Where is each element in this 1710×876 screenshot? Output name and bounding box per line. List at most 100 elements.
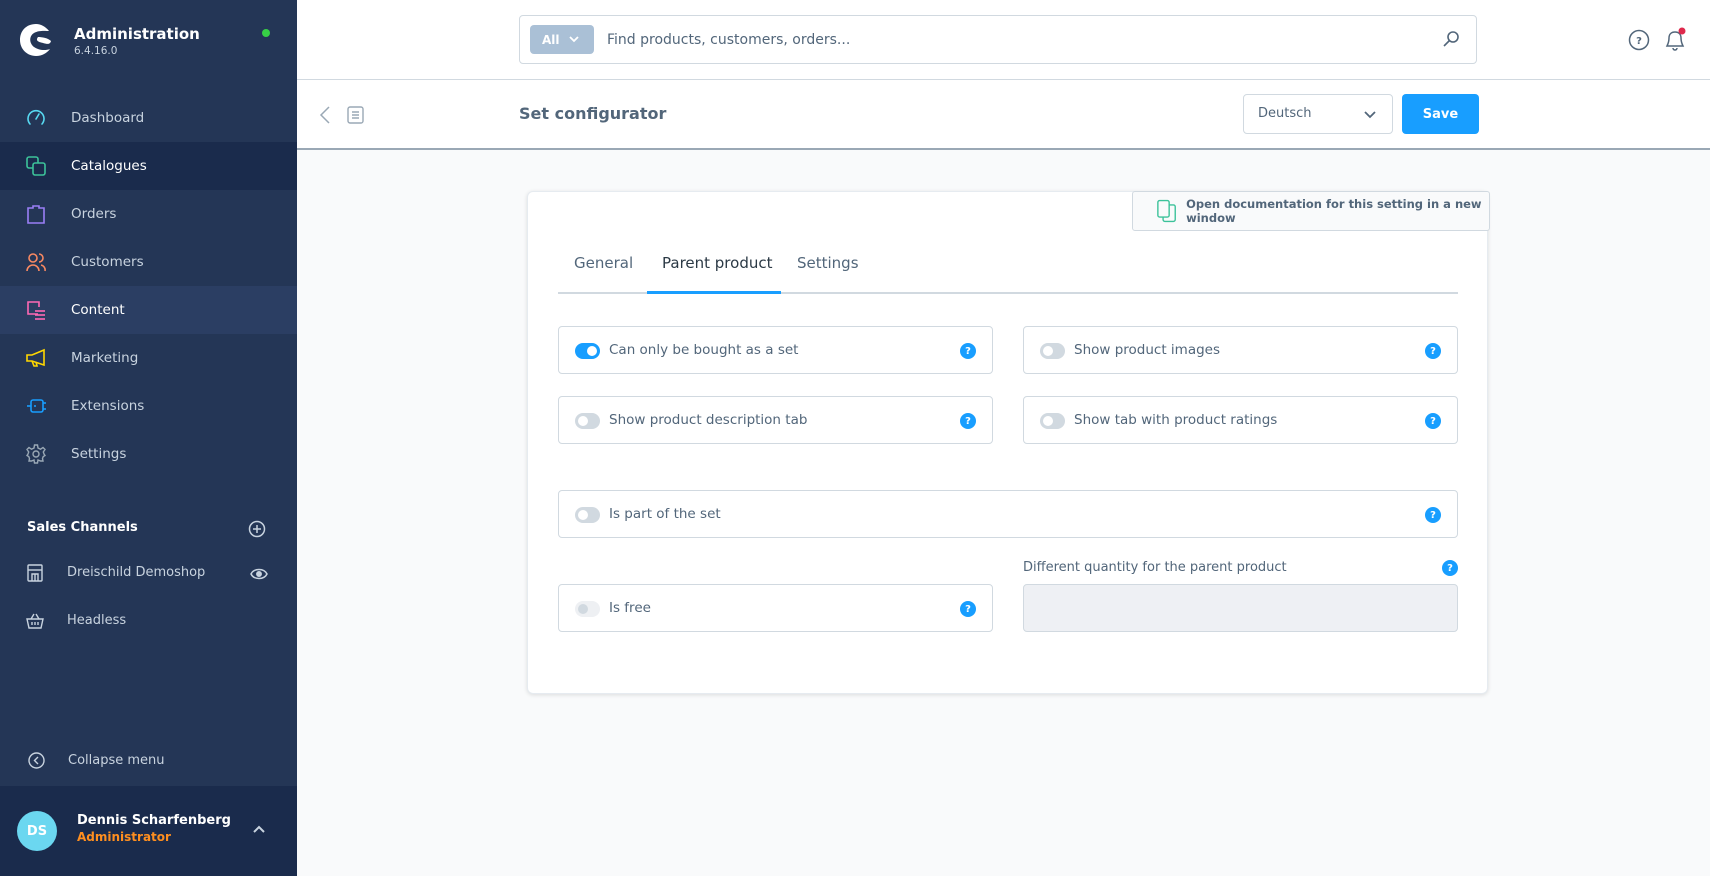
field-label: Show product images: [1074, 342, 1221, 358]
sidebar-item-content[interactable]: Content: [0, 286, 297, 334]
language-select[interactable]: Deutsch: [1243, 94, 1393, 134]
sales-channel-dreischild-demoshop[interactable]: Dreischild Demoshop: [0, 554, 297, 594]
storefront-icon: [27, 564, 43, 582]
show-images-toggle[interactable]: [1040, 343, 1065, 359]
dashboard-icon: [27, 109, 45, 125]
sales-channel-label: Headless: [67, 613, 127, 628]
sidebar-item-label: Marketing: [71, 350, 139, 366]
tab-general[interactable]: General: [574, 244, 633, 294]
field-label: Is part of the set: [609, 506, 721, 522]
catalogues-icon: [26, 156, 46, 176]
eye-icon[interactable]: [250, 567, 268, 581]
orders-icon: [27, 205, 45, 224]
sidebar-item-catalogues[interactable]: Catalogues: [0, 142, 297, 190]
show-ratings-toggle[interactable]: [1040, 413, 1065, 429]
brand: Administration 6.4.16.0: [0, 0, 297, 88]
show-description-toggle[interactable]: [575, 413, 600, 429]
content-icon: [27, 301, 45, 320]
sidebar-item-extensions[interactable]: Extensions: [0, 382, 297, 430]
customers-icon: [26, 253, 46, 272]
user-role: Administrator: [77, 830, 171, 844]
avatar: DS: [17, 811, 57, 851]
settings-icon: [26, 444, 46, 464]
help-icon[interactable]: ?: [1442, 560, 1458, 576]
field-label: Is free: [609, 600, 651, 616]
smart-bar: Set configurator Deutsch Save: [297, 80, 1710, 150]
field-bought-as-set: Can only be bought as a set ?: [558, 326, 993, 374]
add-sales-channel-icon[interactable]: [248, 520, 266, 538]
quantity-input[interactable]: [1023, 584, 1458, 632]
help-icon[interactable]: ?: [960, 601, 976, 617]
app-title: Administration: [74, 25, 200, 43]
field-show-description: Show product description tab ?: [558, 396, 993, 444]
user-profile[interactable]: DS Dennis Scharfenberg Administrator: [0, 786, 297, 876]
sidebar-item-label: Dashboard: [71, 110, 145, 126]
notification-bell-icon[interactable]: [1663, 27, 1687, 53]
chevron-left-circle-icon: [28, 752, 45, 769]
help-icon[interactable]: ?: [1425, 343, 1441, 359]
collapse-menu-label: Collapse menu: [68, 753, 165, 768]
field-show-images: Show product images ?: [1023, 326, 1458, 374]
top-bar: All ?: [297, 0, 1710, 80]
sales-channels-heading: Sales Channels: [27, 520, 138, 535]
open-documentation-link[interactable]: Open documentation for this setting in a…: [1132, 191, 1490, 231]
field-show-ratings: Show tab with product ratings ?: [1023, 396, 1458, 444]
search-type-label: All: [542, 32, 560, 47]
active-tab-indicator: [647, 291, 781, 294]
search-input[interactable]: [607, 25, 1427, 54]
tab-bar: General Parent product Settings: [558, 244, 1458, 294]
chevron-down-icon: [1364, 111, 1376, 119]
documentation-icon: [1157, 199, 1176, 223]
main-nav: Dashboard Catalogues Orders Customers Co…: [0, 94, 297, 478]
search-type-dropdown[interactable]: All: [530, 25, 594, 54]
basket-icon: [26, 613, 44, 629]
sidebar-item-settings[interactable]: Settings: [0, 430, 297, 478]
documentation-link-label: Open documentation for this setting in a…: [1186, 197, 1482, 225]
global-search: All: [519, 15, 1477, 64]
field-part-of-set: Is part of the set ?: [558, 490, 1458, 538]
help-icon[interactable]: ?: [1425, 413, 1441, 429]
help-icon[interactable]: ?: [960, 413, 976, 429]
field-label: Show product description tab: [609, 412, 808, 428]
tab-settings[interactable]: Settings: [797, 244, 859, 294]
app-version: 6.4.16.0: [74, 45, 118, 57]
sales-channel-label: Dreischild Demoshop: [67, 565, 206, 580]
sidebar-item-label: Customers: [71, 254, 144, 270]
field-is-free: Is free ?: [558, 584, 993, 632]
sidebar-item-label: Extensions: [71, 398, 145, 414]
document-icon[interactable]: [347, 106, 364, 124]
set-configurator-card: Open documentation for this setting in a…: [527, 191, 1490, 694]
search-icon[interactable]: [1442, 30, 1460, 48]
sidebar-item-label: Content: [71, 302, 125, 318]
sidebar-item-label: Orders: [71, 206, 117, 222]
sidebar-item-marketing[interactable]: Marketing: [0, 334, 297, 382]
marketing-icon: [26, 348, 45, 367]
field-label: Can only be bought as a set: [609, 342, 799, 358]
help-icon[interactable]: ?: [1628, 29, 1650, 51]
shopware-logo-icon: [20, 24, 51, 56]
help-icon[interactable]: ?: [960, 343, 976, 359]
sidebar-item-customers[interactable]: Customers: [0, 238, 297, 286]
back-chevron-icon[interactable]: [319, 105, 331, 125]
bought-as-set-toggle[interactable]: [575, 343, 600, 359]
sales-channel-headless[interactable]: Headless: [0, 602, 297, 642]
collapse-menu-button[interactable]: Collapse menu: [0, 742, 297, 780]
page-title: Set configurator: [519, 104, 667, 123]
chevron-down-icon: [568, 36, 579, 43]
sidebar: Administration 6.4.16.0 Dashboard Catalo…: [0, 0, 297, 876]
help-icon[interactable]: ?: [1425, 507, 1441, 523]
part-of-set-toggle[interactable]: [575, 507, 600, 523]
status-indicator: [262, 29, 270, 37]
field-label: Show tab with product ratings: [1074, 412, 1278, 428]
sidebar-item-orders[interactable]: Orders: [0, 190, 297, 238]
user-name: Dennis Scharfenberg: [77, 813, 231, 828]
save-button[interactable]: Save: [1402, 94, 1479, 134]
tab-parent-product[interactable]: Parent product: [662, 244, 772, 294]
is-free-toggle[interactable]: [575, 601, 600, 617]
sidebar-item-label: Catalogues: [71, 158, 147, 174]
svg-text:?: ?: [1636, 36, 1642, 47]
sidebar-item-dashboard[interactable]: Dashboard: [0, 94, 297, 142]
quantity-label: Different quantity for the parent produc…: [1023, 560, 1287, 575]
sidebar-item-label: Settings: [71, 446, 127, 462]
chevron-up-icon[interactable]: [252, 824, 266, 834]
